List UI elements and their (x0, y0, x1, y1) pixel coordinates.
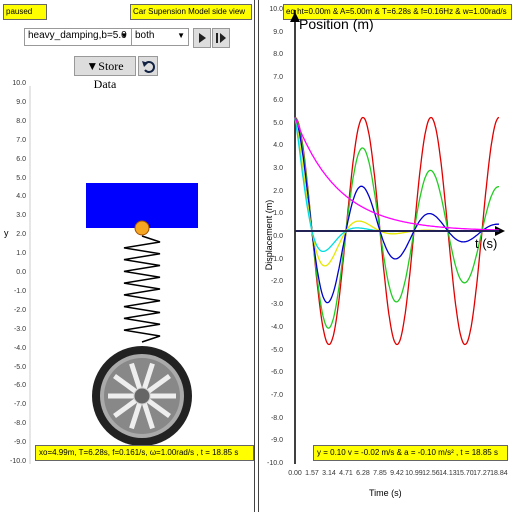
wheel (92, 346, 192, 446)
displacement-series (294, 116, 500, 329)
simulation-canvas (29, 86, 198, 464)
graph-x-axis-label: Time (s) (369, 488, 402, 498)
simulation-info: xo=4.99m, T=6.28s, f=0.161/s, ω=1.00rad/… (35, 445, 254, 461)
t-label: t (s) (475, 236, 498, 251)
mass-ball (134, 220, 150, 236)
simulation-panel: paused Car Supension Model side view hea… (0, 0, 255, 512)
position-label: Position (m) (299, 16, 374, 32)
displacement-chart (290, 10, 505, 464)
graph-x-tick-label: 18.84 (490, 470, 508, 477)
displacement-series (294, 117, 499, 267)
displacement-series (294, 117, 500, 304)
graph-info: y = 0.10 v = -0.02 m/s & a = -0.10 m/s² … (313, 445, 508, 461)
displacement-series (294, 117, 499, 231)
spring (123, 235, 161, 343)
graph-panel: eq ht=0.00m & A=5.00m & T=6.28s & f=0.16… (258, 0, 512, 512)
